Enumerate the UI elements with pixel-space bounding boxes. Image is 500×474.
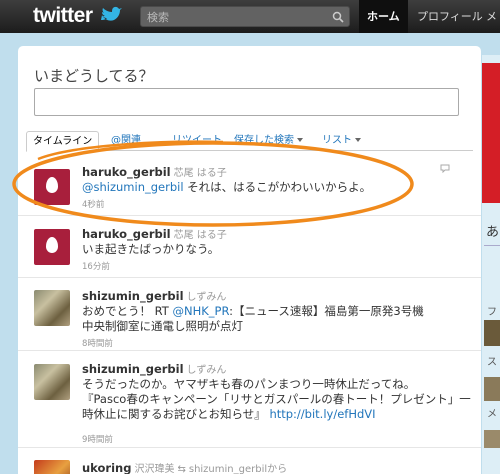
dashboard-avatar[interactable] (484, 320, 500, 346)
dashboard-text: ス (487, 357, 497, 368)
dashboard: あ フ ス メ (482, 55, 500, 474)
top-bar: twitter ホーム プロフィール メ (0, 0, 500, 33)
nav-profile[interactable]: プロフィール (417, 0, 483, 33)
compose-prompt: いまどうしてる？ (34, 67, 154, 85)
dashboard-text: メ (487, 409, 497, 420)
search-icon[interactable] (332, 11, 344, 23)
tab-timeline[interactable]: タイムライン (26, 131, 100, 152)
tweet-text: @shizumin_gerbil それは、はるこがかわいいからよ。 (82, 180, 472, 195)
timestamp[interactable]: 9時間前 (82, 433, 113, 445)
chevron-down-icon (297, 138, 303, 142)
tab-saved-searches[interactable]: 保存した検索 (234, 131, 303, 151)
full-name: しずみん (186, 365, 227, 376)
tweet-author[interactable]: ukoring 沢沢瑋美 ⇆ shizumin_gerbilから (82, 460, 287, 474)
mention-link[interactable]: @NHK_PR (173, 304, 230, 318)
tweet: ukoring 沢沢瑋美 ⇆ shizumin_gerbilから (18, 449, 481, 474)
tweet-text: そうだったのか。ヤマザキも春のパンまつり一時休止だってね。 『Pasco春のキャン… (82, 377, 472, 422)
chevron-down-icon (355, 138, 361, 142)
tweet-author[interactable]: haruko_gerbil 芯尾 はる子 (82, 164, 227, 179)
tweet: haruko_gerbil 芯尾 はる子 いま起きたばっかりなう。 16分前 (18, 218, 481, 278)
full-name: 沢沢瑋美 (134, 464, 175, 474)
tweet-body: それは、はるこがかわいいからよ。 (183, 180, 372, 194)
search-box[interactable] (140, 6, 350, 27)
tab-lists-label: リスト (322, 135, 352, 146)
nav-home[interactable]: ホーム (359, 0, 408, 33)
tweet-body: :【ニュース速報】福島第一原発3号機 (229, 304, 424, 318)
timestamp[interactable]: 16分前 (82, 260, 110, 272)
tweet-author[interactable]: haruko_gerbil 芯尾 はる子 (82, 226, 227, 241)
tab-saved-searches-label: 保存した検索 (234, 135, 294, 146)
retweet-icon: ⇆ (177, 464, 186, 474)
nav-more[interactable]: メ (486, 0, 497, 33)
dashboard-avatar[interactable] (484, 430, 500, 448)
mention-link[interactable]: @shizumin_gerbil (82, 180, 184, 194)
tab-retweets[interactable]: リツイート (172, 131, 222, 151)
dashboard-avatar[interactable] (484, 377, 500, 401)
dashboard-divider (484, 245, 500, 246)
tweet-body: おめでとう！ RT (82, 304, 173, 318)
avatar[interactable] (34, 169, 70, 205)
avatar[interactable] (34, 364, 70, 400)
tweet-author[interactable]: shizumin_gerbil しずみん (82, 288, 226, 303)
full-name: 芯尾 はる子 (173, 230, 227, 241)
url-link[interactable]: http://bit.ly/efHdVI (269, 407, 375, 421)
screen-name[interactable]: ukoring (82, 461, 131, 474)
avatar[interactable] (34, 229, 70, 265)
bird-icon (101, 6, 122, 21)
screen-name[interactable]: haruko_gerbil (82, 165, 171, 179)
tweet-text: おめでとう！ RT @NHK_PR:【ニュース速報】福島第一原発3号機 中央制御室… (82, 304, 472, 334)
egg-icon (46, 237, 58, 253)
status-input[interactable] (34, 88, 459, 116)
tweet-body: 時休止に関するお詫びとお知らせ』 (82, 407, 266, 421)
full-name: しずみん (186, 292, 227, 303)
screen-name[interactable]: haruko_gerbil (82, 227, 171, 241)
dashboard-text: あ (486, 225, 500, 240)
tab-lists[interactable]: リスト (322, 131, 361, 151)
twitter-logo[interactable]: twitter (33, 4, 93, 28)
tab-mentions[interactable]: @関連 (111, 131, 141, 151)
tweet-text: いま起きたばっかりなう。 (82, 242, 220, 256)
dashboard-banner[interactable] (482, 63, 500, 203)
dashboard-text: フ (487, 307, 497, 318)
egg-icon (46, 177, 58, 193)
tweet-body: 『Pasco春のキャンペーン「リサとガスパールの春トート！プレゼント」一 (82, 392, 471, 406)
timestamp[interactable]: 4秒前 (82, 198, 104, 210)
tweet: haruko_gerbil 芯尾 はる子 @shizumin_gerbil それは… (18, 158, 481, 216)
full-name: 芯尾 はる子 (173, 168, 227, 179)
timestamp[interactable]: 8時間前 (82, 337, 113, 349)
tweet-body: 中央制御室に通電し照明が点灯 (82, 319, 243, 333)
main-panel: いまどうしてる？ タイムライン @関連 リツイート 保存した検索 リスト har… (18, 46, 481, 474)
tweet-body: そうだったのか。ヤマザキも春のパンまつり一時休止だってね。 (82, 377, 416, 391)
avatar[interactable] (34, 460, 70, 474)
screen-name[interactable]: shizumin_gerbil (82, 289, 184, 303)
tweet: shizumin_gerbil しずみん そうだったのか。ヤマザキも春のパンまつり… (18, 352, 481, 448)
retweeted-by[interactable]: shizumin_gerbilから (189, 464, 287, 474)
tweet-author[interactable]: shizumin_gerbil しずみん (82, 361, 226, 376)
avatar[interactable] (34, 290, 70, 326)
tweet: shizumin_gerbil しずみん おめでとう！ RT @NHK_PR:【ニ… (18, 279, 481, 351)
search-input[interactable] (147, 9, 327, 25)
reply-icon[interactable] (440, 164, 450, 173)
timeline-tabs: タイムライン @関連 リツイート 保存した検索 リスト (26, 131, 473, 152)
screen-name[interactable]: shizumin_gerbil (82, 362, 184, 376)
